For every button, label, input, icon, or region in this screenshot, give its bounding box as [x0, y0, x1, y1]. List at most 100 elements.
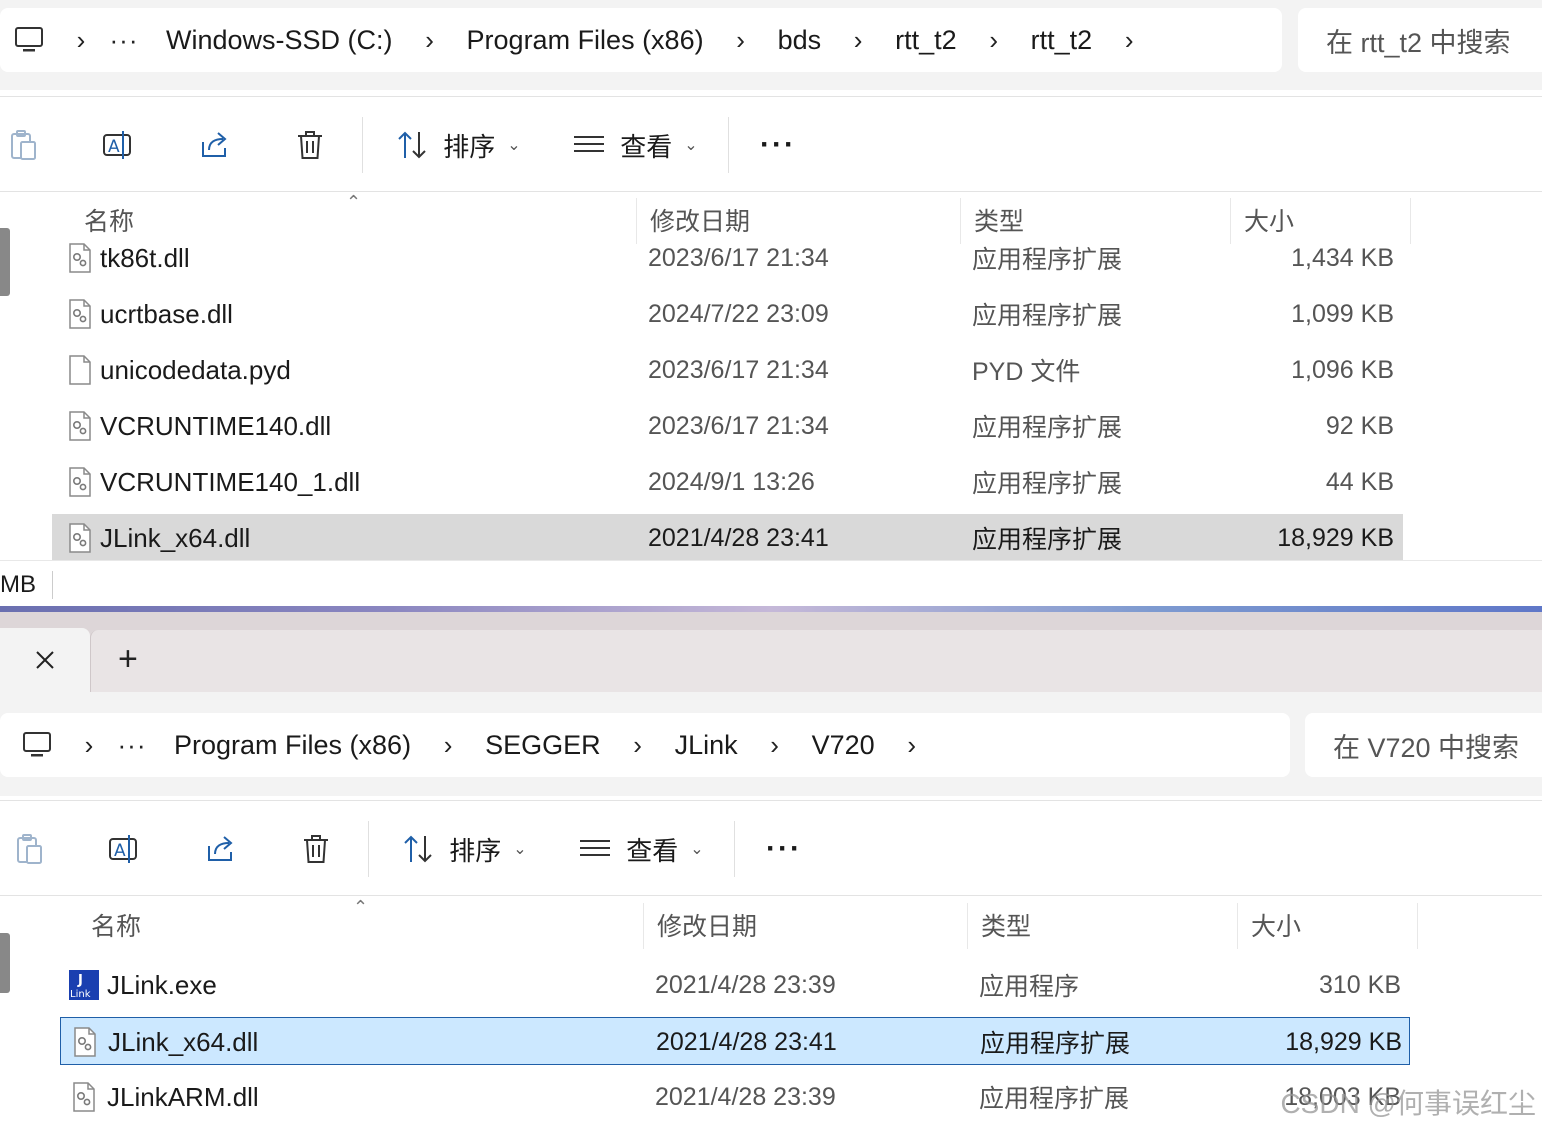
file-list: ⌃ 名称 修改日期 类型 大小 tk86t.dll 2023/6/17 21:34… — [0, 192, 1542, 562]
chevron-right-icon[interactable]: › — [833, 27, 883, 53]
this-pc-icon[interactable] — [14, 25, 44, 55]
sort-label: 排序 — [443, 131, 496, 162]
chevron-right-icon[interactable]: › — [887, 732, 937, 758]
rename-icon: A — [109, 835, 137, 863]
view-button[interactable]: 查看 ⌄ — [574, 801, 708, 897]
sort-button[interactable]: 排序 ⌄ — [390, 97, 526, 193]
jlink-app-icon: J Link — [68, 969, 100, 1001]
file-type: 应用程序扩展 — [972, 526, 1123, 554]
file-row[interactable]: J Link JLink.exe 2021/4/28 23:39 应用程序 310 KB — [60, 961, 1410, 1009]
file-size: 1,096 KB — [1291, 355, 1394, 384]
new-tab-button[interactable]: + — [118, 642, 138, 676]
sort-label: 排序 — [449, 835, 502, 866]
column-divider[interactable] — [1417, 903, 1418, 949]
file-type: 应用程序扩展 — [972, 470, 1123, 498]
breadcrumb-item[interactable]: rtt_t2 — [883, 25, 969, 56]
chevron-right-icon[interactable]: › — [750, 732, 800, 758]
chevron-right-icon[interactable]: › — [64, 732, 114, 758]
sort-arrows-icon — [404, 835, 432, 863]
dll-file-icon — [64, 466, 96, 498]
watermark: CSDN @何事误红尘 — [1280, 1088, 1536, 1119]
chevron-right-icon[interactable]: › — [1104, 27, 1154, 53]
status-divider — [52, 571, 53, 599]
file-name: JLink.exe — [107, 969, 217, 1000]
address-bar[interactable]: › ··· Program Files (x86) › SEGGER › JLi… — [0, 713, 1290, 777]
chevron-right-icon[interactable]: › — [716, 27, 766, 53]
file-row[interactable]: VCRUNTIME140.dll 2023/6/17 21:34 应用程序扩展 92 … — [52, 402, 1403, 450]
rename-button[interactable]: A — [98, 801, 150, 897]
chevron-right-icon[interactable]: › — [423, 732, 473, 758]
breadcrumb-item[interactable]: bds — [766, 25, 834, 56]
file-date: 2024/7/22 23:09 — [648, 299, 829, 328]
this-pc-icon[interactable] — [22, 730, 52, 760]
dll-file-icon — [68, 1081, 100, 1113]
paste-button[interactable] — [6, 801, 50, 897]
file-date: 2021/4/28 23:41 — [648, 523, 829, 552]
column-divider[interactable] — [1410, 198, 1411, 244]
status-bar: MB — [0, 560, 1542, 608]
file-date: 2021/4/28 23:39 — [655, 970, 836, 999]
rename-button[interactable]: A — [92, 97, 144, 193]
sort-arrows-icon — [398, 131, 426, 159]
chevron-right-icon[interactable]: › — [613, 732, 663, 758]
chevron-down-icon: ⌄ — [507, 137, 521, 154]
file-type: 应用程序扩展 — [972, 246, 1123, 274]
toolbar-divider — [728, 117, 729, 173]
chevron-down-icon: ⌄ — [513, 841, 527, 858]
column-header-date[interactable]: 修改日期 — [643, 897, 967, 953]
column-header-type[interactable]: 类型 — [967, 897, 1237, 953]
delete-button[interactable] — [284, 97, 336, 193]
file-date: 2023/6/17 21:34 — [648, 243, 829, 272]
file-row[interactable]: ucrtbase.dll 2024/7/22 23:09 应用程序扩展 1,099 K… — [52, 290, 1403, 338]
breadcrumb-item[interactable]: SEGGER — [473, 730, 613, 761]
clipboard-icon — [17, 834, 42, 864]
svg-text:A: A — [108, 137, 120, 157]
file-row[interactable]: unicodedata.pyd 2023/6/17 21:34 PYD 文件 1,09… — [52, 346, 1403, 394]
scrollbar-thumb[interactable] — [0, 933, 10, 993]
file-row[interactable]: tk86t.dll 2023/6/17 21:34 应用程序扩展 1,434 KB — [52, 234, 1403, 282]
view-button[interactable]: 查看 ⌄ — [568, 97, 702, 193]
explorer-window-rtt: › ··· Windows-SSD (C:) › Program Files (… — [0, 0, 1542, 608]
blank-file-icon — [64, 354, 96, 386]
file-type: 应用程序 — [979, 973, 1080, 1001]
file-name: VCRUNTIME140.dll — [100, 410, 332, 441]
breadcrumb-more-icon[interactable]: ··· — [114, 732, 150, 758]
share-button[interactable] — [188, 97, 240, 193]
close-icon[interactable] — [35, 650, 55, 670]
tab-active[interactable] — [0, 628, 90, 692]
chevron-right-icon[interactable]: › — [405, 27, 455, 53]
file-date: 2023/6/17 21:34 — [648, 355, 829, 384]
chevron-right-icon[interactable]: › — [56, 27, 106, 53]
file-row[interactable]: VCRUNTIME140_1.dll 2024/9/1 13:26 应用程序扩展 44… — [52, 458, 1403, 506]
breadcrumb-item[interactable]: Program Files (x86) — [162, 730, 423, 761]
breadcrumb-item[interactable]: Program Files (x86) — [455, 25, 716, 56]
paste-button[interactable] — [0, 97, 44, 193]
sort-button[interactable]: 排序 ⌄ — [396, 801, 532, 897]
more-options-button[interactable]: ··· — [756, 801, 812, 897]
chevron-right-icon[interactable]: › — [969, 27, 1019, 53]
file-row[interactable]: JLink_x64.dll 2021/4/28 23:41 应用程序扩展 18,929… — [60, 1017, 1410, 1065]
file-row[interactable]: JLink_x64.dll 2021/4/28 23:41 应用程序扩展 18,929… — [52, 514, 1403, 562]
breadcrumb-item[interactable]: V720 — [800, 730, 887, 761]
file-date: 2024/9/1 13:26 — [648, 467, 815, 496]
address-bar[interactable]: › ··· Windows-SSD (C:) › Program Files (… — [0, 8, 1282, 72]
share-button[interactable] — [194, 801, 246, 897]
toolbar-divider — [362, 117, 363, 173]
search-input[interactable]: 在 rtt_t2 中搜索 — [1298, 8, 1542, 72]
explorer-window-jlink: + › ··· Program Files (x86) › SEGGER › J… — [0, 612, 1542, 1130]
breadcrumb-item[interactable]: rtt_t2 — [1019, 25, 1105, 56]
column-header-name[interactable]: 名称 — [77, 897, 643, 953]
breadcrumb-item[interactable]: JLink — [663, 730, 750, 761]
search-input[interactable]: 在 V720 中搜索 — [1305, 713, 1542, 777]
status-text: MB — [0, 570, 36, 598]
breadcrumb-more-icon[interactable]: ··· — [106, 27, 142, 53]
scrollbar-thumb[interactable] — [0, 228, 10, 296]
file-name: ucrtbase.dll — [100, 298, 233, 329]
delete-button[interactable] — [290, 801, 342, 897]
more-options-button[interactable]: ··· — [750, 97, 806, 193]
column-header-size[interactable]: 大小 — [1237, 897, 1417, 953]
breadcrumb-item[interactable]: Windows-SSD (C:) — [154, 25, 405, 56]
toolbar-divider — [734, 821, 735, 877]
file-row[interactable]: JLinkARM.dll 2021/4/28 23:39 应用程序扩展 18,003 … — [60, 1073, 1410, 1121]
address-row: › ··· Program Files (x86) › SEGGER › JLi… — [0, 692, 1542, 796]
